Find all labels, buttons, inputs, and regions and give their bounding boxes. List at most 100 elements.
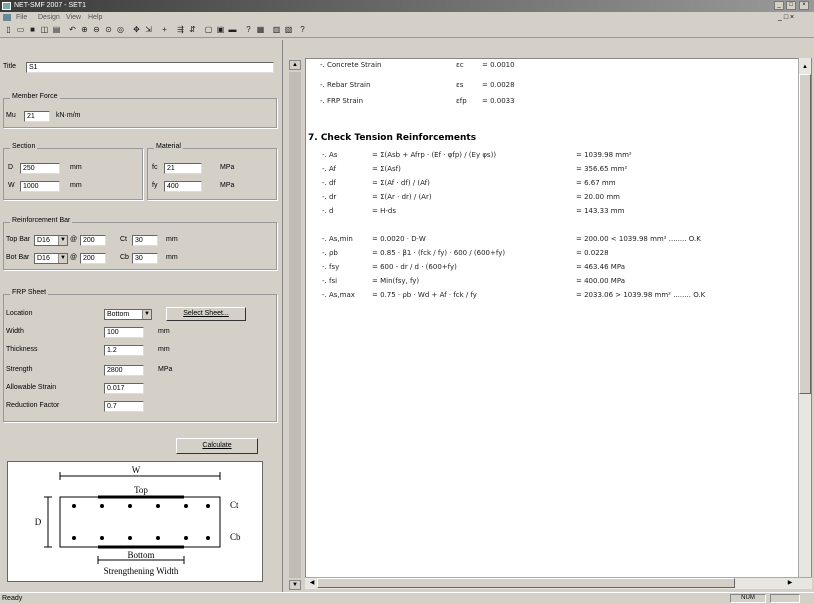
strength-input[interactable]: 2800: [104, 365, 144, 376]
info-icon[interactable]: ▧: [284, 25, 293, 35]
minimize-button[interactable]: _: [774, 1, 784, 10]
w-input[interactable]: 1000: [20, 181, 60, 192]
bottom-rebar: [100, 536, 104, 540]
strengthening-width-label: Strengthening Width: [104, 566, 179, 576]
bot-at-label: @: [70, 254, 78, 261]
select-icon[interactable]: ⇲: [144, 25, 153, 35]
thickness-unit: mm: [158, 346, 170, 353]
menu-view[interactable]: View: [66, 12, 81, 23]
app-icon: [2, 2, 11, 10]
zoom-out-icon[interactable]: ⊖: [92, 25, 101, 35]
preview-icon[interactable]: ◫: [40, 25, 49, 35]
menu-help[interactable]: Help: [88, 12, 102, 23]
rect-icon[interactable]: ▢: [204, 25, 213, 35]
new-icon[interactable]: ▯: [4, 25, 13, 35]
check-symbol: -. fsi: [322, 277, 338, 285]
calc-symbol: -. Af: [322, 165, 336, 173]
bot-spacing-input[interactable]: 200: [80, 253, 106, 264]
d-input[interactable]: 250: [20, 163, 60, 174]
scroll-right-icon[interactable]: ▶: [785, 578, 795, 588]
mu-input[interactable]: 21: [24, 111, 50, 122]
location-select[interactable]: Bottom ▼: [104, 309, 152, 320]
select-sheet-button[interactable]: Select Sheet...: [166, 307, 246, 321]
question-icon[interactable]: ?: [298, 25, 307, 35]
strain-name: -. FRP Strain: [320, 97, 364, 105]
cube-icon[interactable]: ▣: [216, 25, 225, 35]
calc-symbol: -. d: [322, 207, 334, 215]
calc-result: = 1039.98 mm²: [576, 151, 632, 159]
report-vertical-scrollbar[interactable]: ▲: [798, 58, 811, 580]
left-scrollbar-track[interactable]: [289, 72, 301, 578]
check-formula: = 0.85 · β1 · (fck / fy) · 600 / (600+fy…: [372, 249, 506, 257]
bottom-label: Bottom: [127, 550, 154, 560]
maximize-button[interactable]: □: [786, 1, 796, 10]
title-input[interactable]: S1: [26, 62, 274, 73]
save-icon[interactable]: ■: [28, 25, 37, 35]
strain-input[interactable]: 0.017: [104, 383, 144, 394]
fc-input[interactable]: 21: [164, 163, 202, 174]
thickness-input[interactable]: 1.2: [104, 345, 144, 356]
calc-symbol: -. dr: [322, 193, 337, 201]
close-button[interactable]: ×: [799, 1, 809, 10]
menu-file[interactable]: File: [16, 12, 27, 23]
top-spacing-input[interactable]: 200: [80, 235, 106, 246]
width-input[interactable]: 100: [104, 327, 144, 338]
list-icon[interactable]: ▥: [272, 25, 281, 35]
title-bar: NET-SMF 2007 - SET1 _ □ ×: [0, 0, 814, 12]
chevron-down-icon[interactable]: ▼: [142, 310, 151, 319]
bot-bar-select[interactable]: D16 ▼: [34, 253, 68, 264]
calc-result: = 20.00 mm: [576, 193, 620, 201]
help-icon[interactable]: ?: [244, 25, 253, 35]
calc-formula: = H-ds: [372, 207, 396, 215]
scroll-left-icon[interactable]: ◀: [307, 578, 317, 588]
strain-label: Allowable Strain: [6, 384, 57, 391]
strain-name: -. Rebar Strain: [320, 81, 371, 89]
menu-design[interactable]: Design: [38, 12, 60, 23]
scroll-thumb[interactable]: [799, 74, 811, 394]
calc-formula: = Σ(Af · df) / (Af): [372, 179, 430, 187]
zoom-all-icon[interactable]: ◎: [116, 25, 125, 35]
strain-value: = 0.0033: [482, 97, 515, 105]
zoom-in-icon[interactable]: ⊕: [80, 25, 89, 35]
chevron-down-icon[interactable]: ▼: [58, 236, 67, 245]
child-window-controls[interactable]: _ □ ×: [778, 12, 794, 23]
report-horizontal-scrollbar[interactable]: ◀ ▶: [305, 577, 812, 589]
strain-symbol: εc: [456, 61, 464, 69]
chevron-down-icon[interactable]: ▼: [58, 254, 67, 263]
width-label: Width: [6, 328, 24, 335]
strain-value: = 0.0028: [482, 81, 515, 89]
bottom-rebar: [156, 536, 160, 540]
scroll-up-icon[interactable]: ▲: [799, 62, 811, 72]
check-formula: = 0.75 · ρb · Wd + Af · fck / fy: [372, 291, 477, 299]
scroll-up-icon[interactable]: ▲: [289, 60, 301, 70]
check-result: = 0.0228: [576, 249, 609, 257]
reduction-input[interactable]: 0.7: [104, 401, 144, 412]
calc-icon[interactable]: ⇶: [176, 25, 185, 35]
window-icon[interactable]: ▬: [228, 25, 237, 35]
top-cover-input[interactable]: 30: [132, 235, 158, 246]
mirror-icon[interactable]: ⇵: [188, 25, 197, 35]
d-label: D: [8, 164, 14, 171]
move-icon[interactable]: +: [160, 25, 169, 35]
open-icon[interactable]: ▭: [16, 25, 25, 35]
zoom-window-icon[interactable]: ⊙: [104, 25, 113, 35]
print-icon[interactable]: ▤: [52, 25, 61, 35]
undo-icon[interactable]: ↶: [68, 25, 77, 35]
strain-name: -. Concrete Strain: [320, 61, 382, 69]
hscroll-thumb[interactable]: [317, 578, 735, 588]
reinforcement-group: Reinforcement Bar Top Bar D16 ▼ @ 200 Ct …: [3, 217, 277, 270]
check-result: = 400.00 MPa: [576, 277, 626, 285]
bot-cover-input[interactable]: 30: [132, 253, 158, 264]
calc-result: = 143.33 mm: [576, 207, 625, 215]
bot-bar-label: Bot Bar: [6, 254, 30, 261]
status-panel: [770, 594, 800, 603]
top-bar-select[interactable]: D16 ▼: [34, 235, 68, 246]
fy-input[interactable]: 400: [164, 181, 202, 192]
section-title: 7. Check Tension Reinforcements: [308, 133, 477, 143]
calc-formula: = Σ(Ar · dr) / (Ar): [372, 193, 432, 201]
scroll-down-icon[interactable]: ▼: [289, 580, 301, 590]
grid-icon[interactable]: ▦: [256, 25, 265, 35]
pan-icon[interactable]: ✥: [132, 25, 141, 35]
fy-label: fy: [152, 182, 158, 189]
calculate-button[interactable]: Calculate: [176, 438, 258, 454]
